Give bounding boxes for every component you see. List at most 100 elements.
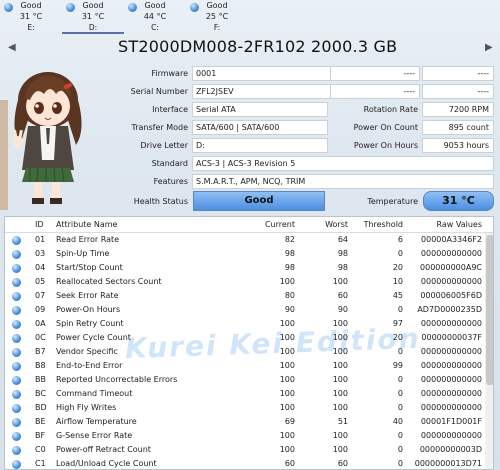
col-id-header[interactable]: ID [35, 220, 44, 229]
interface-label: Interface [152, 105, 188, 114]
table-row[interactable]: BF G-Sense Error Rate 100 100 0 000000000000 [5, 429, 493, 443]
drive-tab-e[interactable]: Good 31 °C E: [0, 0, 62, 34]
attribute-worst: 100 [332, 403, 348, 412]
attribute-name: Seek Error Rate [56, 291, 119, 300]
table-row[interactable]: 0C Power Cycle Count 100 100 20 00000000037F [5, 331, 493, 345]
attribute-id: 04 [35, 263, 46, 272]
table-row[interactable]: BC Command Timeout 100 100 0 000000000000 [5, 387, 493, 401]
attribute-name: Power-On Hours [56, 305, 121, 314]
status-dot-icon [12, 404, 21, 413]
status-dot-icon [12, 446, 21, 455]
table-row[interactable]: BD High Fly Writes 100 100 0 000000000000 [5, 401, 493, 415]
attribute-name: Vendor Specific [56, 347, 118, 356]
attribute-raw: 00001F1D001F [420, 417, 482, 426]
table-row[interactable]: B7 Vendor Specific 100 100 0 000000000000 [5, 345, 493, 359]
attribute-worst: 64 [337, 235, 348, 244]
drive-letter-label: Drive Letter [140, 141, 188, 150]
col-attribute-header[interactable]: Attribute Name [56, 220, 117, 229]
table-row[interactable]: 03 Spin-Up Time 98 98 0 000000000000 [5, 247, 493, 261]
attribute-id: BD [35, 403, 47, 412]
attribute-name: Reported Uncorrectable Errors [56, 375, 178, 384]
attribute-raw: 000000000000 [420, 361, 482, 370]
attribute-worst: 98 [337, 263, 348, 272]
attribute-worst: 100 [332, 375, 348, 384]
attribute-worst: 100 [332, 389, 348, 398]
attribute-threshold: 40 [392, 417, 403, 426]
character-illustration [0, 72, 82, 210]
attribute-raw: 000006005F6D [420, 291, 482, 300]
col-threshold-header[interactable]: Threshold [355, 220, 403, 229]
table-scrollbar-thumb[interactable] [486, 235, 493, 385]
drive-letter: E: [27, 23, 35, 32]
table-row[interactable]: BB Reported Uncorrectable Errors 100 100 0 00… [5, 373, 493, 387]
table-row[interactable]: 07 Seek Error Rate 80 60 45 000006005F6D [5, 289, 493, 303]
drive-bar: Good 31 °C E: Good 31 °C D: Good 44 °C C… [0, 0, 500, 34]
next-drive-button[interactable]: ▶ [485, 42, 493, 53]
attribute-raw: 000000000000 [420, 347, 482, 356]
attribute-raw: 00000000037F [421, 333, 482, 342]
attribute-worst: 100 [332, 319, 348, 328]
temperature-button[interactable]: 31 °C [423, 191, 494, 211]
col-current-header[interactable]: Current [245, 220, 295, 229]
attribute-raw: 000000000000 [420, 319, 482, 328]
attribute-name: Spin-Up Time [56, 249, 110, 258]
attribute-id: BE [35, 417, 46, 426]
power-on-hours-label: Power On Hours [353, 141, 418, 150]
attribute-raw: 0000000013D71 [414, 459, 482, 468]
status-dot-icon [12, 236, 21, 245]
attribute-raw: 000000000000 [420, 431, 482, 440]
table-row[interactable]: C0 Power-off Retract Count 100 100 0 00000000… [5, 443, 493, 457]
attribute-raw: 00000A3346F2 [421, 235, 482, 244]
attribute-threshold: 6 [397, 235, 403, 244]
attribute-raw: AD7D0000235D [417, 305, 482, 314]
table-row[interactable]: BE Airflow Temperature 69 51 40 00001F1D001F [5, 415, 493, 429]
blank-value-2b: ---- [422, 84, 494, 99]
smart-attribute-table: ID Attribute Name Current Worst Threshol… [4, 216, 494, 470]
drive-tab-d[interactable]: Good 31 °C D: [62, 0, 124, 34]
attribute-raw: 00000000003D [419, 445, 482, 454]
health-status-label: Health Status [133, 197, 188, 206]
drive-tab-f[interactable]: Good 25 °C F: [186, 0, 248, 34]
previous-drive-button[interactable]: ◀ [8, 42, 16, 53]
col-worst-header[interactable]: Worst [303, 220, 348, 229]
status-dot-icon [12, 390, 21, 399]
attribute-id: 01 [35, 235, 46, 244]
attribute-current: 100 [279, 319, 295, 328]
health-status-button[interactable]: Good [193, 191, 325, 211]
power-on-hours-value: 9053 hours [422, 138, 494, 153]
attribute-name: G-Sense Error Rate [56, 431, 133, 440]
transfer-mode-value: SATA/600 | SATA/600 [192, 120, 328, 135]
drive-status: Good [20, 1, 42, 10]
attribute-worst: 98 [337, 249, 348, 258]
status-dot-icon [12, 432, 21, 441]
drive-status: Good [82, 1, 104, 10]
attribute-current: 82 [284, 235, 295, 244]
attribute-worst: 51 [337, 417, 348, 426]
drive-tab-c[interactable]: Good 44 °C C: [124, 0, 186, 34]
status-dot-icon [12, 278, 21, 287]
status-dot-icon [12, 362, 21, 371]
table-row[interactable]: C1 Load/Unload Cycle Count 60 60 0 0000000013… [5, 457, 493, 469]
col-raw-header[interactable]: Raw Values [405, 220, 482, 229]
attribute-current: 100 [279, 333, 295, 342]
attribute-threshold: 20 [392, 333, 403, 342]
attribute-current: 100 [279, 445, 295, 454]
table-row[interactable]: B8 End-to-End Error 100 100 99 000000000000 [5, 359, 493, 373]
attribute-current: 80 [284, 291, 295, 300]
attribute-id: 0C [35, 333, 46, 342]
attribute-threshold: 10 [392, 277, 403, 286]
attribute-id: C1 [35, 459, 46, 468]
attribute-id: BC [35, 389, 46, 398]
table-row[interactable]: 09 Power-On Hours 90 90 0 AD7D0000235D [5, 303, 493, 317]
attribute-threshold: 0 [397, 375, 403, 384]
attribute-name: Power Cycle Count [56, 333, 131, 342]
attribute-current: 90 [284, 305, 295, 314]
table-row[interactable]: 0A Spin Retry Count 100 100 97 000000000000 [5, 317, 493, 331]
attribute-name: High Fly Writes [56, 403, 117, 412]
attribute-threshold: 20 [392, 263, 403, 272]
table-row[interactable]: 04 Start/Stop Count 98 98 20 000000000A9C [5, 261, 493, 275]
attribute-worst: 100 [332, 361, 348, 370]
table-row[interactable]: 05 Reallocated Sectors Count 100 100 10 00000… [5, 275, 493, 289]
attribute-id: 0A [35, 319, 46, 328]
table-row[interactable]: 01 Read Error Rate 82 64 6 00000A3346F2 [5, 233, 493, 247]
